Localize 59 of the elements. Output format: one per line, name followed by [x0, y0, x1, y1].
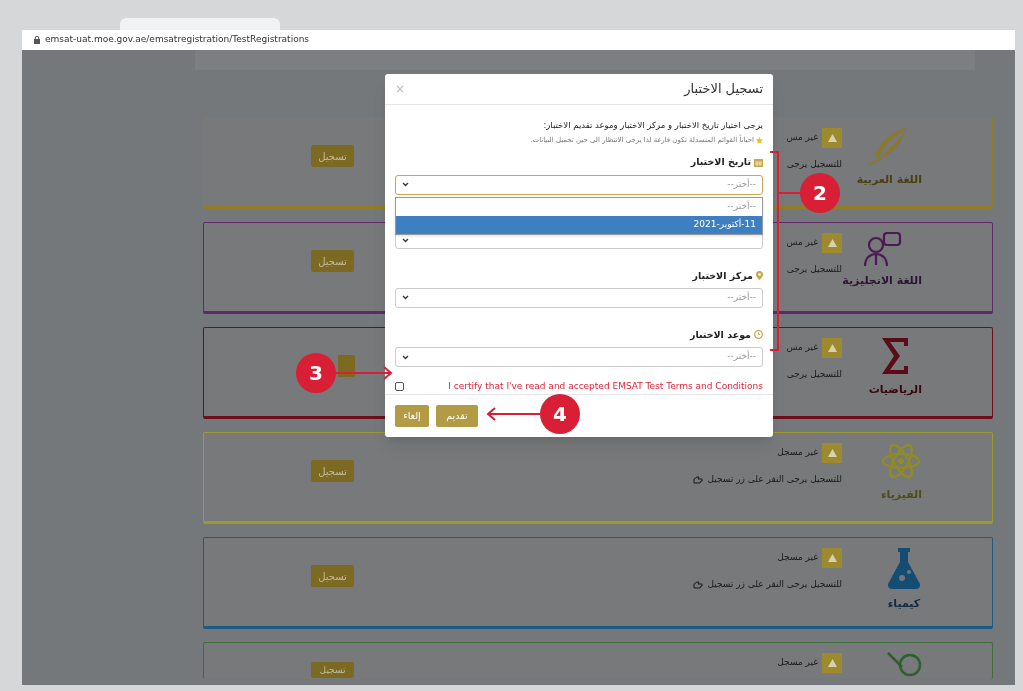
instruction-text: للتسجيل يرجى	[786, 368, 842, 381]
field-label: تاريخ الاختبار	[690, 155, 751, 170]
status-text: غير مس	[786, 131, 818, 145]
status-text: غير مسجل	[777, 446, 818, 460]
flask-icon	[886, 546, 922, 590]
select-field[interactable]: --أختر--	[395, 287, 763, 308]
address-bar[interactable]: emsat-uat.moe.gov.ae/emsatregistration/TestRegistrations	[22, 30, 1015, 50]
instruction-text: للتسجيل يرجى النقر على زر تسجيل	[707, 578, 842, 591]
submit-button[interactable]: تقديم	[436, 405, 478, 427]
warning-icon	[822, 548, 842, 568]
register-button[interactable]: تسجيل	[311, 250, 354, 272]
warning-icon	[822, 338, 842, 358]
dropdown-option[interactable]: --أختر--	[396, 197, 762, 216]
warning-icon	[822, 443, 842, 463]
status-text: غير مس	[786, 236, 818, 250]
subject-name: اللغة الانجليزية	[842, 273, 922, 289]
warning-icon	[822, 653, 842, 673]
arrow	[335, 366, 393, 380]
instruction-text: للتسجيل يرجى	[786, 158, 842, 171]
checkbox[interactable]	[395, 382, 404, 392]
atom-icon	[881, 441, 922, 481]
lock-icon	[34, 36, 40, 44]
url-text: emsat-uat.moe.gov.ae/emsatregistration/TestRegistrations	[45, 33, 310, 47]
select-field[interactable]: --أختر--	[395, 347, 763, 367]
calendar-icon	[754, 157, 763, 167]
arrow	[486, 407, 541, 421]
status-text: غير مس	[786, 341, 818, 355]
select-field[interactable]: --أختر--	[395, 174, 763, 195]
register-button[interactable]: تسجيل	[311, 145, 354, 167]
field-label: مركز الاختبار	[692, 268, 753, 283]
dropdown-option[interactable]: 11-أكتوبر-2021	[396, 215, 762, 234]
instruction-text: للتسجيل يرجى	[786, 263, 842, 276]
subject-name: اللغة العربية	[856, 172, 922, 188]
clock-icon	[754, 330, 763, 340]
sigma-icon	[880, 336, 911, 376]
warning-icon	[822, 233, 842, 253]
subject-name: كيمياء	[887, 596, 921, 612]
chevron-down-icon	[402, 295, 409, 301]
teacher-icon	[862, 231, 903, 267]
terms-text: I certify that I've read and accepted EMSAT Test Terms and Conditions	[448, 380, 763, 393]
register-button[interactable]: تسجيل	[311, 460, 354, 482]
star-icon	[756, 136, 763, 144]
map-pin-icon	[756, 271, 763, 281]
subject-name: الفيزياء	[880, 487, 922, 503]
register-button[interactable]: تسجيل	[311, 565, 354, 587]
status-text: غير مسجل	[777, 551, 818, 565]
instruction-text: للتسجيل يرجى النقر على زر تسجيل	[707, 473, 842, 486]
chevron-down-icon	[402, 237, 409, 243]
subject-name: الرياضيات	[868, 382, 922, 398]
close-button[interactable]: ×	[395, 80, 406, 98]
chevron-down-icon	[402, 182, 409, 187]
instruction-text: يرجى اختيار تاريخ الاختبار و مركز الاختبار وموعد تقديم الاختبار:	[542, 119, 763, 132]
warning-icon	[822, 128, 842, 148]
register-button[interactable]: تسجيل	[311, 662, 354, 678]
field-label: موعد الاختبار	[689, 327, 751, 342]
chevron-down-icon	[402, 354, 409, 360]
dialog-title: تسجيل الاختبار	[684, 80, 763, 99]
status-text: غير مسجل	[777, 656, 818, 670]
cancel-button[interactable]: إلغاء	[395, 405, 429, 427]
